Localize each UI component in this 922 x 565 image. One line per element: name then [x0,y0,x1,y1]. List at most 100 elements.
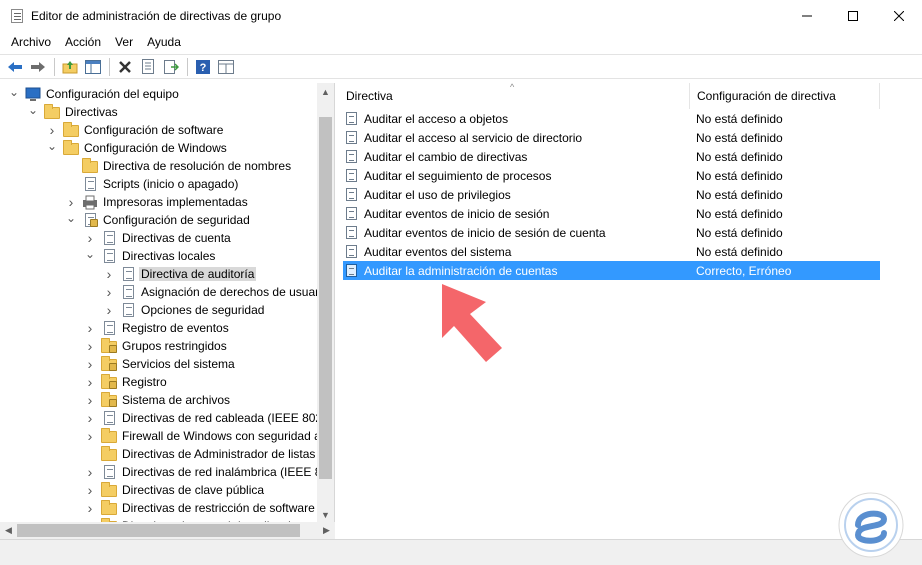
chevron-right-icon[interactable]: › [85,428,95,444]
navigation-tree[interactable]: ⌄ Configuración del equipo ⌄ Directivas › Con… [0,83,335,523]
tree-item[interactable]: › Directivas de cuenta [85,229,233,247]
scroll-thumb[interactable] [319,117,332,479]
tree-item[interactable]: Scripts (inicio o apagado) [66,175,240,193]
list-item[interactable]: Auditar el acceso al servicio de directo… [343,128,880,147]
tree-item[interactable]: Directivas de Administrador de listas [85,445,317,463]
chevron-right-icon[interactable]: › [66,194,76,210]
tree-item[interactable]: › Configuración de software [47,121,225,139]
column-header-directiva[interactable]: Directiva [339,83,690,109]
policy-name-cell: Auditar eventos del sistema [343,242,690,261]
help-button[interactable]: ? [192,56,213,77]
chevron-right-icon[interactable]: › [85,464,95,480]
properties-button[interactable] [137,56,158,77]
chevron-right-icon[interactable]: › [47,122,57,138]
tree-vertical-scrollbar[interactable]: ▲ ▼ [317,83,334,523]
maximize-button[interactable] [830,0,876,31]
show-console-button[interactable] [215,56,236,77]
tree-item-label: Registro [122,375,167,389]
export-list-button[interactable] [160,56,181,77]
tree-item[interactable]: ⌄ Configuración de Windows [47,139,229,157]
tree-item[interactable]: › Registro [85,373,169,391]
tree-item[interactable]: › Sistema de archivos [85,391,232,409]
chevron-right-icon[interactable]: › [85,410,95,426]
list-item[interactable]: Auditar eventos del sistema No está defin… [343,242,880,261]
tree-item[interactable]: ⌄ Configuración del equipo [9,85,181,103]
policy-name: Auditar el acceso a objetos [364,111,509,126]
chevron-down-icon[interactable]: ⌄ [9,85,19,99]
tree-item-label: Configuración del equipo [46,87,179,101]
policy-icon [101,230,117,246]
chevron-right-icon[interactable]: › [85,230,95,246]
menu-ayuda[interactable]: Ayuda [140,35,188,49]
list-item[interactable]: Auditar eventos de inicio de sesión No es… [343,204,880,223]
tree-item[interactable]: › Grupos restringidos [85,337,229,355]
toolbar: ? [0,54,922,79]
list-item[interactable]: Auditar el acceso a objetos No está defin… [343,109,880,128]
list-item[interactable]: Auditar el seguimiento de procesos No est… [343,166,880,185]
chevron-right-icon[interactable]: › [104,284,114,300]
locked-folder-icon [101,356,117,372]
minimize-button[interactable] [784,0,830,31]
policy-setting: No está definido [696,244,783,259]
list-item[interactable]: Auditar eventos de inicio de sesión de c… [343,223,880,242]
chevron-down-icon[interactable]: ⌄ [28,103,38,117]
tree-item[interactable]: › Directivas de clave pública [85,481,266,499]
close-button[interactable] [876,0,922,31]
policy-icon [101,320,117,336]
chevron-right-icon[interactable]: › [85,338,95,354]
close-icon [894,10,904,21]
tree-item[interactable]: › Directivas de red inalámbrica (IEEE 80 [85,463,330,481]
tree-item[interactable]: › Opciones de seguridad [104,301,266,319]
tree-item[interactable]: › Directivas de red cableada (IEEE 802.3 [85,409,334,427]
tree-item[interactable]: › Servicios del sistema [85,355,237,373]
tree-item[interactable]: ⌄ Directivas [28,103,120,121]
policy-name-cell: Auditar el acceso a objetos [343,109,690,128]
delete-button[interactable] [114,56,135,77]
tree-item-label: Directiva de resolución de nombres [103,159,292,173]
chevron-right-icon[interactable]: › [85,356,95,372]
tree-item[interactable]: › Firewall de Windows con seguridad a [85,427,323,445]
menu-ver[interactable]: Ver [108,35,140,49]
menu-archivo[interactable]: Archivo [4,35,58,49]
scroll-left-icon[interactable]: ◀ [0,522,17,539]
policy-name-cell: Auditar el seguimiento de procesos [343,166,690,185]
menu-accion[interactable]: Acción [58,35,108,49]
scroll-up-icon[interactable]: ▲ [317,83,334,100]
tree-item[interactable]: › Registro de eventos [85,319,231,337]
policy-document-icon [9,8,25,24]
tree-item[interactable]: ⌄ Configuración de seguridad [66,211,252,229]
tree-item[interactable]: Directiva de resolución de nombres [66,157,293,175]
column-header-configuracion[interactable]: Configuración de directiva [690,83,880,109]
chevron-right-icon[interactable]: › [104,266,114,282]
up-folder-button[interactable] [59,56,80,77]
policy-icon [345,244,359,260]
tree-item[interactable]: › Impresoras implementadas [66,193,250,211]
chevron-right-icon[interactable]: › [85,482,95,498]
window-title: Editor de administración de directivas d… [31,8,282,23]
show-hide-tree-button[interactable] [82,56,103,77]
list-item[interactable]: Auditar la administración de cuentas Corr… [343,261,880,280]
tree-horizontal-scrollbar[interactable]: ◀ ▶ [0,522,335,539]
sort-ascending-icon: ^ [510,82,515,92]
list-item[interactable]: Auditar el uso de privilegios No está def… [343,185,880,204]
tree-item[interactable]: › Directiva de auditoría [104,265,257,283]
scroll-thumb[interactable] [17,524,300,537]
chevron-right-icon[interactable]: › [85,320,95,336]
chevron-down-icon[interactable]: ⌄ [66,211,76,225]
back-button[interactable] [4,56,25,77]
scroll-right-icon[interactable]: ▶ [318,522,335,539]
folder-icon [101,482,117,498]
scroll-down-icon[interactable]: ▼ [317,506,334,523]
chevron-right-icon[interactable]: › [85,374,95,390]
tree-item[interactable]: › Asignación de derechos de usuar [104,283,321,301]
list-item[interactable]: Auditar el cambio de directivas No está d… [343,147,880,166]
chevron-down-icon[interactable]: ⌄ [85,247,95,261]
tree-item[interactable]: › Directivas de restricción de software [85,499,317,517]
chevron-down-icon[interactable]: ⌄ [47,139,57,153]
tree-item[interactable]: ⌄ Directivas locales [85,247,217,265]
chevron-right-icon[interactable]: › [85,392,95,408]
chevron-right-icon[interactable]: › [104,302,114,318]
forward-button[interactable] [27,56,48,77]
chevron-right-icon[interactable]: › [85,500,95,516]
svg-text:?: ? [199,62,206,74]
